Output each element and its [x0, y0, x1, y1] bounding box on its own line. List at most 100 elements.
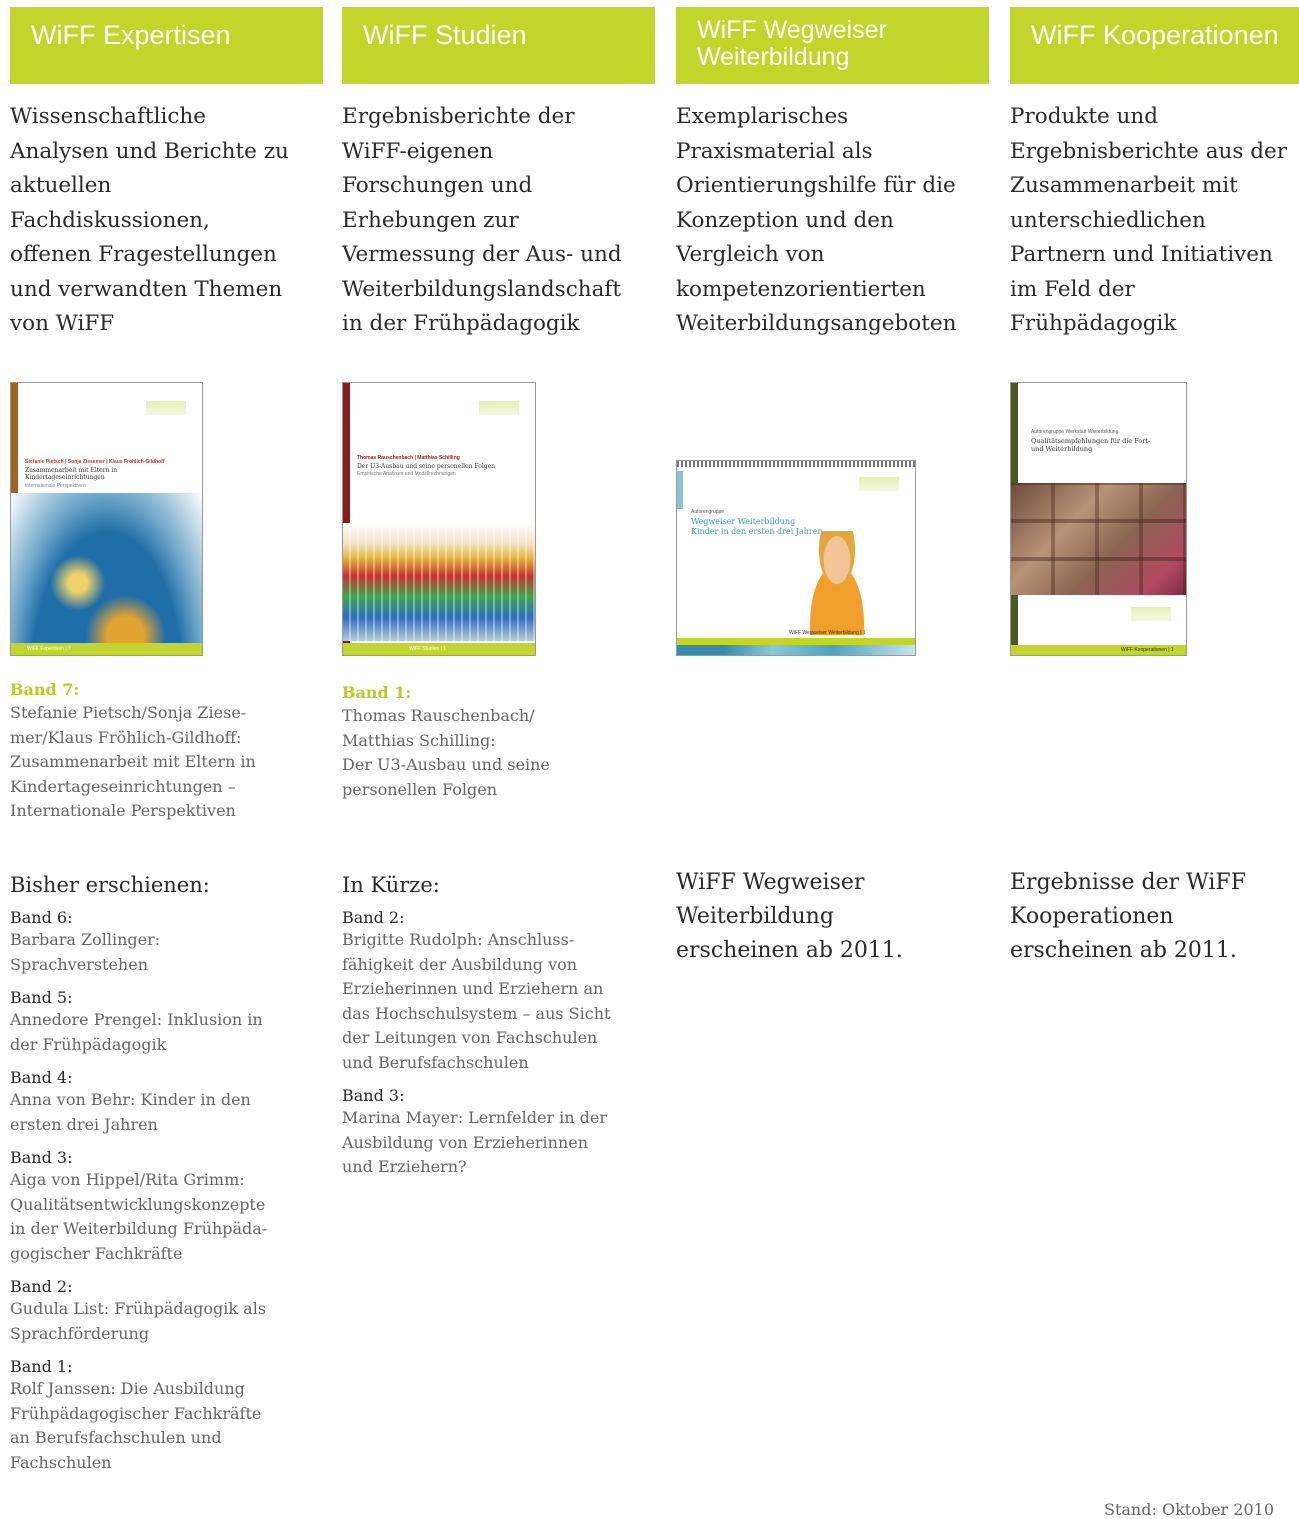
list-line: Aiga von Hippel/Rita Grimm: — [10, 1170, 245, 1189]
featured-line: Der U3-Ausbau und seine — [342, 755, 550, 774]
list-item: Band 6: Barbara Zollinger: Sprachversteh… — [10, 908, 310, 977]
list-line: Erzieherinnen und Erziehern an — [342, 979, 604, 998]
soon-line: erscheinen ab 2011. — [676, 938, 903, 963]
cover-wegweiser[interactable]: Autorengruppe Wegweiser Weiterbildung Ki… — [676, 460, 916, 656]
published-list: Band 6: Barbara Zollinger: Sprachversteh… — [10, 897, 310, 1475]
header-expertisen: WiFF Expertisen — [10, 7, 323, 84]
list-band: Band 3: — [10, 1148, 73, 1167]
list-item: Band 5: Annedore Prengel: Inklusion in d… — [10, 988, 310, 1057]
list-band: Band 6: — [10, 908, 73, 927]
list-band: Band 5: — [10, 988, 73, 1007]
list-line: Marina Mayer: Lernfelder in der — [342, 1108, 608, 1127]
list-band: Band 4: — [10, 1068, 73, 1087]
list-line: Annedore Prengel: Inklusion in — [10, 1010, 263, 1029]
cover-footer: WiFF Studien | 1 — [409, 646, 447, 652]
list-line: fähigkeit der Ausbildung von — [342, 954, 578, 974]
list-band: Band 3: — [342, 1086, 405, 1105]
cover-wave — [677, 645, 915, 655]
section-title-bisher: Bisher erschienen: — [10, 873, 210, 897]
cover-title: Wegweiser Weiterbildung — [691, 517, 796, 526]
list-line: Frühpädagogischer Fachkräfte — [10, 1403, 262, 1423]
list-line: das Hochschulsystem – aus Sicht — [342, 1003, 611, 1023]
archive-boxes-image — [1011, 483, 1186, 595]
intro-wegweiser: Exemplarisches Praxismaterial als Orient… — [676, 104, 957, 336]
cover-footer: WiFF Wegweiser Weiterbildung | 1 — [789, 630, 866, 636]
cover-subtitle: Internationale Perspektiven — [25, 483, 86, 489]
featured-studien: Band 1: Thomas Rauschenbach/ Matthias Sc… — [342, 682, 642, 802]
cover-authors: Thomas Rauschenbach | Matthias Schilling — [357, 455, 460, 461]
header-kooperationen: WiFF Kooperationen — [1010, 7, 1299, 84]
cover-authors: Stefanie Pietsch | Sonja Ziesemer | Klau… — [25, 459, 165, 465]
wiff-logo-icon — [859, 477, 899, 491]
list-line: in der Weiterbildung Frühpäda- — [10, 1219, 268, 1238]
list-line: Sprachverstehen — [10, 954, 148, 974]
list-item: Band 1: Rolf Janssen: Die Ausbildung Frü… — [10, 1357, 310, 1475]
wiff-logo-icon — [479, 401, 519, 415]
cover-expertisen[interactable]: Stefanie Pietsch | Sonja Ziesemer | Klau… — [10, 382, 203, 656]
list-line: Sprachförderung — [10, 1323, 150, 1343]
cover-title: Qualitätsempfehlungen für die Fort- und … — [1031, 437, 1151, 453]
featured-line: personellen Folgen — [342, 779, 498, 799]
featured-band-label: Band 7: — [10, 680, 80, 699]
soon-kooperationen: Ergebnisse der WiFF Kooperationen ersche… — [1010, 866, 1299, 968]
soon-line: erscheinen ab 2011. — [1010, 938, 1237, 963]
intro-expertisen: Wissenschaftliche Analysen und Berichte … — [10, 104, 289, 336]
section-title-in-kuerze: In Kürze: — [342, 873, 440, 897]
featured-line: Internationale Perspektiven — [10, 801, 236, 820]
wiff-logo-icon — [1131, 607, 1171, 621]
featured-line: Matthias Schilling: — [342, 730, 496, 750]
featured-line: Zusammenarbeit mit Eltern in — [10, 752, 256, 771]
featured-line: Kindertageseinrichtungen – — [10, 776, 236, 796]
list-line: ersten drei Jahren — [10, 1114, 158, 1134]
cover-studien[interactable]: Thomas Rauschenbach | Matthias Schilling… — [342, 382, 536, 656]
list-line: Brigitte Rudolph: Anschluss- — [342, 930, 575, 949]
wiff-logo-icon — [146, 401, 186, 415]
list-line: Qualitätsentwicklungskonzepte — [10, 1194, 266, 1214]
list-line: Anna von Behr: Kinder in den — [10, 1090, 251, 1109]
spiral-binding — [677, 461, 915, 467]
cover-spine — [677, 471, 683, 509]
upcoming-list: Band 2: Brigitte Rudolph: Anschluss- fäh… — [342, 897, 642, 1180]
header-studien: WiFF Studien — [342, 7, 655, 84]
list-line: und Berufsfachschulen — [342, 1052, 529, 1072]
list-band: Band 2: — [10, 1277, 73, 1296]
child-image — [795, 531, 879, 635]
cover-footer: WiFF Kooperationen | 1 — [1121, 647, 1174, 653]
list-line: und Erziehern? — [342, 1157, 467, 1176]
cover-authors: Autorengruppe Werkstatt Weiterbildung — [1031, 429, 1119, 435]
cover-kooperationen[interactable]: Autorengruppe Werkstatt Weiterbildung Qu… — [1010, 382, 1187, 656]
featured-line: Stefanie Pietsch/Sonja Ziese- — [10, 703, 247, 722]
soon-line: Ergebnisse der WiFF — [1010, 870, 1246, 895]
featured-line: mer/Klaus Fröhlich-Gildhoff: — [10, 727, 242, 747]
list-band: Band 2: — [342, 908, 405, 927]
list-item: Band 3: Marina Mayer: Lernfelder in der … — [342, 1086, 642, 1180]
list-band: Band 1: — [10, 1357, 73, 1376]
header-wegweiser: WiFF Wegweiser Weiterbildung — [676, 7, 989, 84]
list-item: Band 3: Aiga von Hippel/Rita Grimm: Qual… — [10, 1148, 310, 1266]
featured-expertisen: Band 7: Stefanie Pietsch/Sonja Ziese- me… — [10, 679, 310, 824]
soon-line: WiFF Wegweiser — [676, 870, 865, 895]
list-line: an Berufsfachschulen und — [10, 1428, 222, 1447]
list-line: der Leitungen von Fachschulen — [342, 1028, 598, 1047]
soon-wegweiser: WiFF Wegweiser Weiterbildung erscheinen … — [676, 866, 976, 968]
featured-band-label: Band 1: — [342, 683, 412, 702]
cover-title: Der U3-Ausbau und seine personellen Folg… — [357, 463, 495, 470]
cover-footer: WiFF Expertisen | 7 — [27, 646, 71, 652]
list-line: Barbara Zollinger: — [10, 930, 161, 949]
cover-subtitle: Empirische Analysen und Modellrechnungen — [357, 471, 456, 477]
soon-line: Kooperationen — [1010, 904, 1174, 929]
list-line: Rolf Janssen: Die Ausbildung — [10, 1379, 245, 1398]
cover-title: Zusammenarbeit mit Eltern in Kindertages… — [25, 467, 118, 481]
cover-authors: Autorengruppe — [691, 509, 725, 515]
list-line: gogischer Fachkräfte — [10, 1243, 183, 1263]
intro-kooperationen: Produkte und Ergebnisberichte aus der Zu… — [1010, 104, 1288, 336]
list-line: der Frühpädagogik — [10, 1034, 167, 1054]
list-line: Gudula List: Frühpädagogik als — [10, 1299, 267, 1318]
list-item: Band 2: Gudula List: Frühpädagogik als S… — [10, 1277, 310, 1346]
soon-line: Weiterbildung — [676, 904, 834, 929]
abacus-image — [343, 523, 535, 641]
list-line: Fachschulen — [10, 1452, 112, 1472]
globe-image — [11, 493, 202, 643]
intro-studien: Ergebnisberichte der WiFF-eigenen Forsch… — [342, 104, 622, 336]
featured-line: Thomas Rauschenbach/ — [342, 706, 535, 725]
